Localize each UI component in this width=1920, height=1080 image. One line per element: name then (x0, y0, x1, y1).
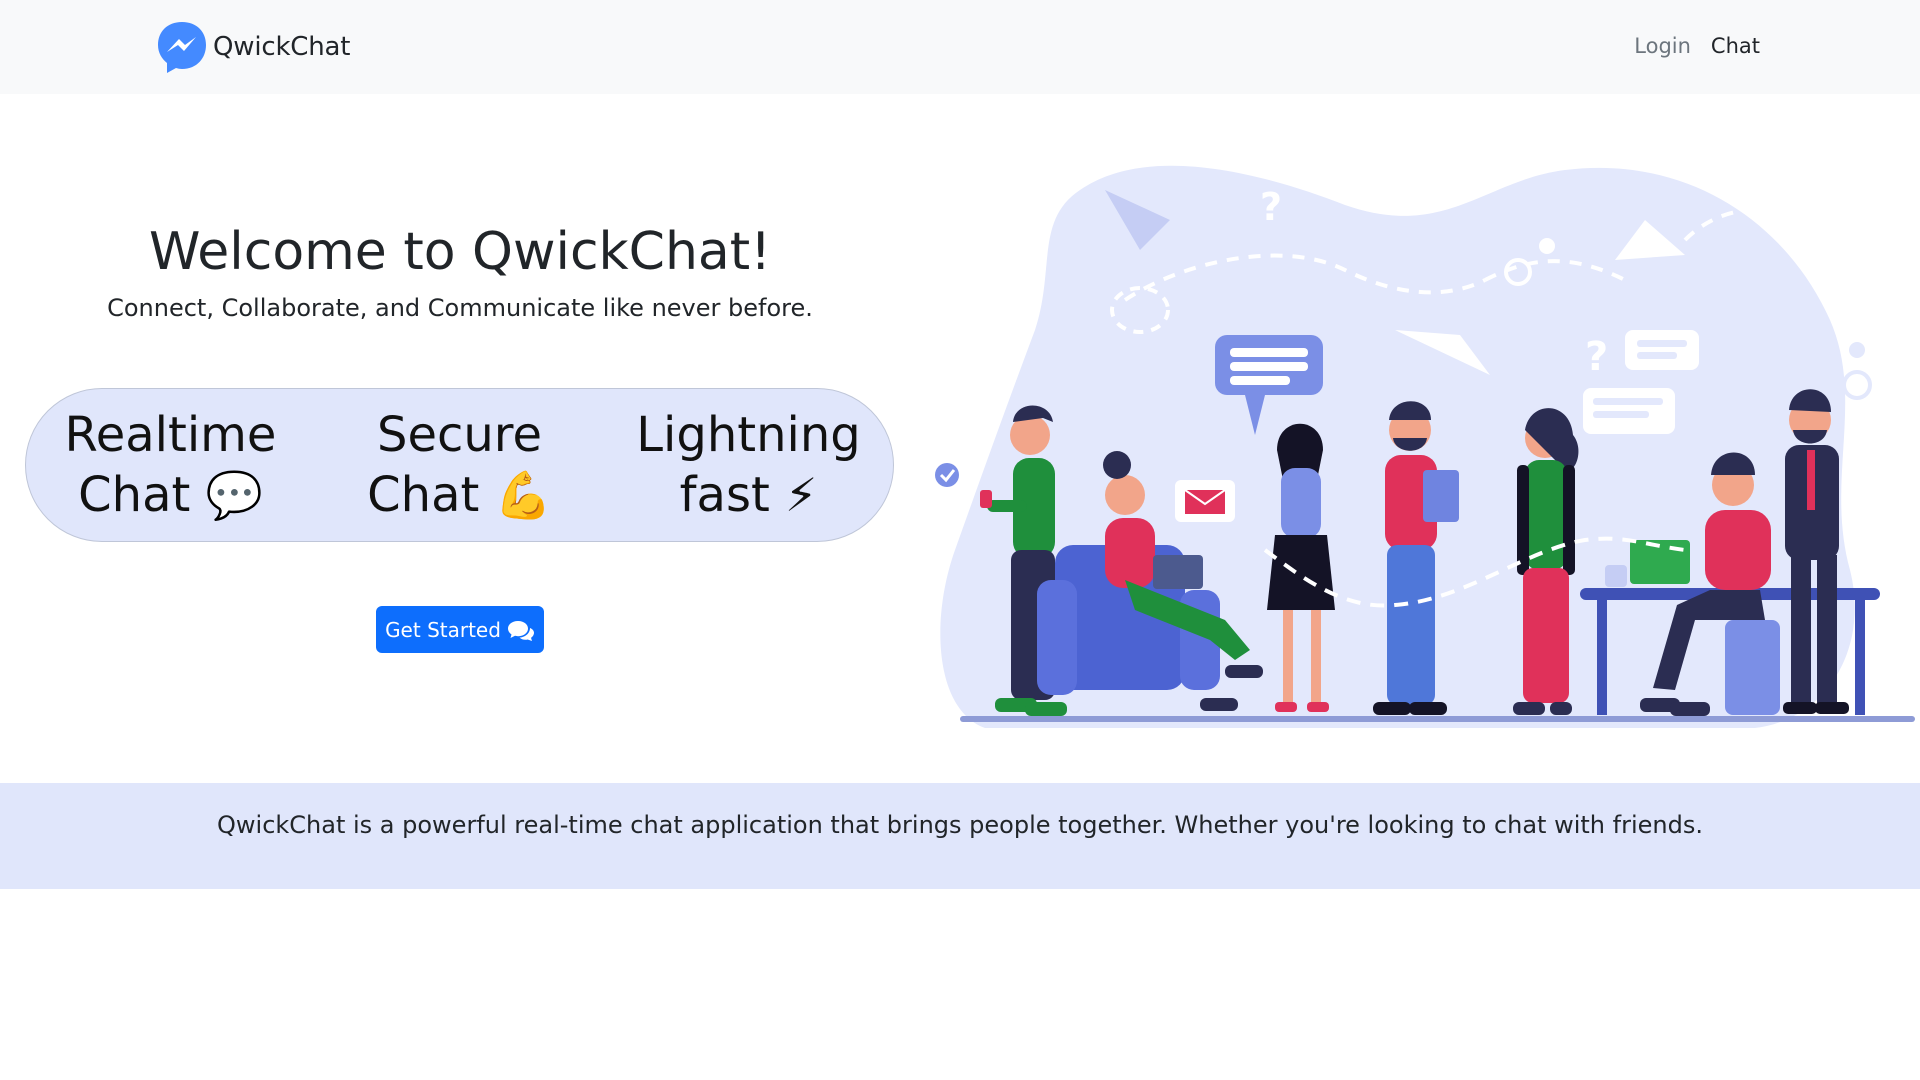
feature-line1: Secure (376, 407, 543, 463)
feature-line2-text: Chat (78, 467, 191, 523)
speech-bubble-icon: 💬 (205, 468, 263, 522)
nav-chat-link[interactable]: Chat (1711, 34, 1760, 58)
feature-lightning-fast: Lightning fast ⚡ (619, 405, 879, 525)
get-started-button[interactable]: Get Started (376, 606, 544, 653)
nav-links: Login Chat (1634, 34, 1760, 58)
svg-text:?: ? (1585, 334, 1608, 380)
feature-line2: fast ⚡ (619, 465, 879, 525)
chat-bubbles-icon (507, 620, 534, 641)
feature-line1: Realtime (64, 407, 277, 463)
features-pill: Realtime Chat 💬 Secure Chat 💪 Lightning … (25, 388, 894, 542)
lightning-icon: ⚡ (785, 468, 818, 522)
feature-line2-text: fast (679, 467, 770, 523)
messenger-logo-icon (158, 22, 206, 73)
about-band: QwickChat is a powerful real-time chat a… (0, 783, 1920, 889)
feature-line1: Lightning (636, 407, 861, 463)
feature-line2: Chat 💪 (330, 465, 590, 525)
feature-secure-chat: Secure Chat 💪 (330, 405, 590, 525)
about-text: QwickChat is a powerful real-time chat a… (217, 811, 1703, 839)
feature-realtime-chat: Realtime Chat 💬 (41, 405, 301, 525)
hero-title: Welcome to QwickChat! (148, 222, 772, 282)
people-chatting-illustration: ? ? (935, 165, 1915, 728)
feature-line2: Chat 💬 (41, 465, 301, 525)
hero-subtitle: Connect, Collaborate, and Communicate li… (107, 294, 813, 322)
get-started-label: Get Started (385, 617, 501, 642)
feature-line2-text: Chat (367, 467, 480, 523)
brand-name: QwickChat (213, 32, 351, 62)
brand-link[interactable]: QwickChat (156, 20, 350, 74)
flexed-biceps-icon: 💪 (494, 468, 552, 522)
nav-login-link[interactable]: Login (1634, 34, 1691, 58)
navbar: QwickChat Login Chat (0, 0, 1920, 94)
svg-text:?: ? (1260, 185, 1282, 229)
